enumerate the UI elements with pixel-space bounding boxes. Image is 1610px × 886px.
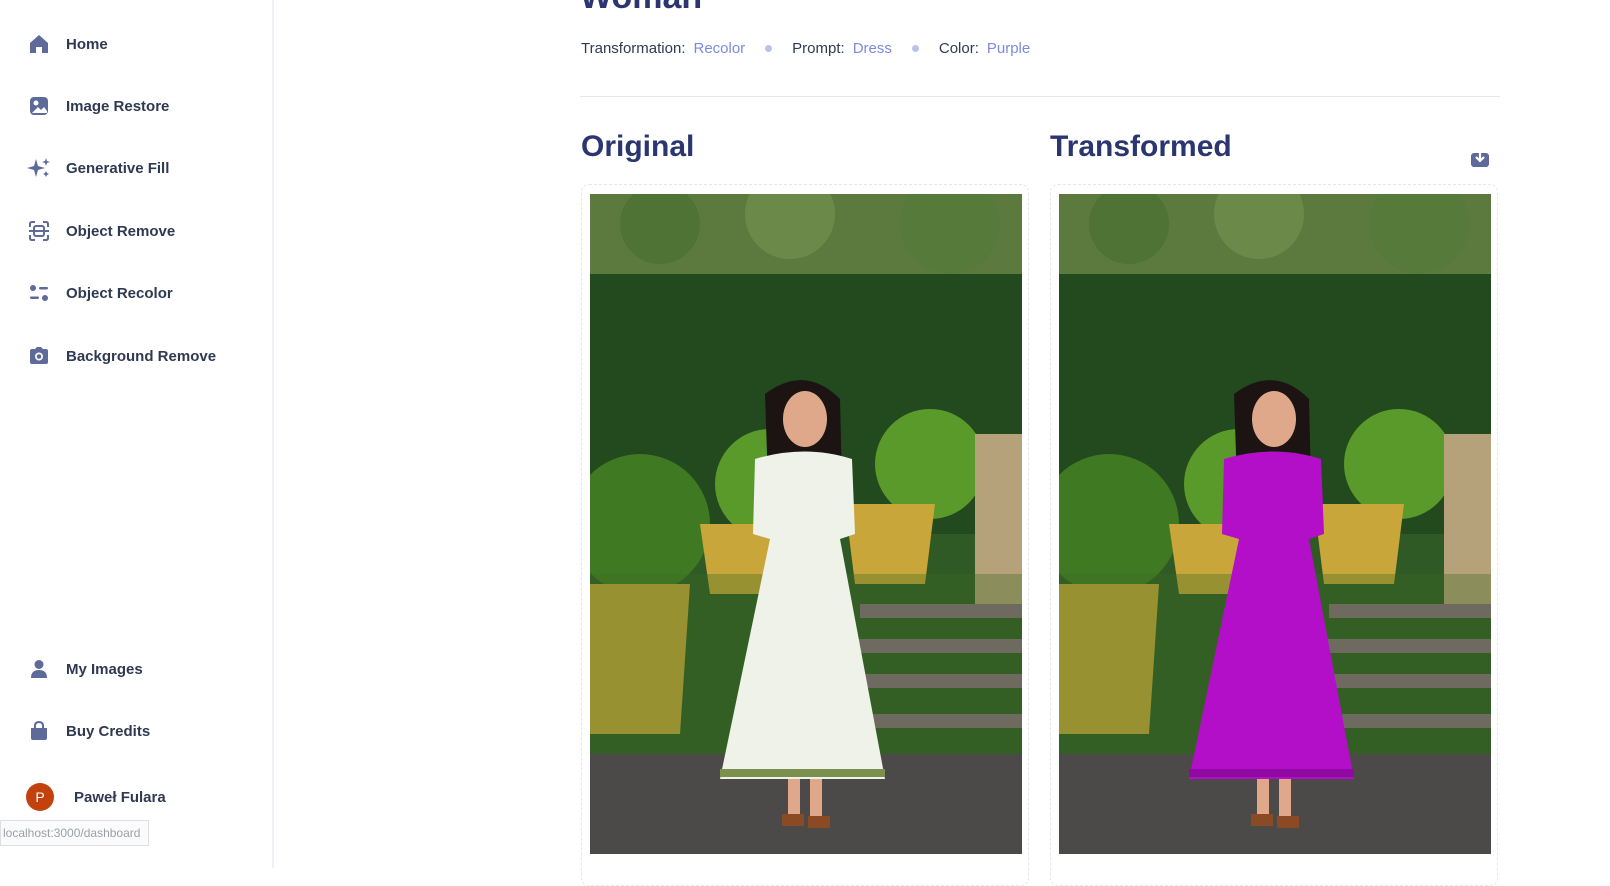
bag-icon: [26, 718, 52, 744]
user-name: Paweł Fulara: [74, 788, 166, 806]
original-image: [581, 184, 1029, 886]
camera-icon: [26, 343, 52, 369]
sidebar-item-label: My Images: [66, 660, 143, 678]
image-icon: [26, 93, 52, 119]
color-value: Purple: [986, 39, 1031, 57]
profile-icon: [26, 656, 52, 682]
transformation-label: Transformation:: [581, 39, 686, 57]
sidebar-item-my-images[interactable]: My Images: [26, 652, 256, 686]
page-title: Woman: [580, 0, 702, 17]
avatar[interactable]: P: [26, 783, 54, 811]
original-photo: [590, 194, 1022, 854]
original-heading: Original: [581, 130, 695, 163]
sidebar-item-label: Home: [66, 35, 108, 53]
transformed-photo: [1059, 194, 1491, 854]
transformation-value: Recolor: [693, 39, 746, 57]
separator-dot: [911, 44, 919, 52]
prompt-label: Prompt:: [792, 39, 845, 57]
sidebar: Home Image Restore Generative Fill Objec…: [0, 0, 274, 868]
sidebar-item-label: Object Recolor: [66, 284, 173, 302]
divider: [580, 96, 1500, 97]
sidebar-item-label: Object Remove: [66, 222, 176, 240]
sidebar-item-buy-credits[interactable]: Buy Credits: [26, 714, 256, 748]
user-profile[interactable]: P Paweł Fulara: [26, 782, 166, 812]
sidebar-item-image-restore[interactable]: Image Restore: [26, 89, 256, 123]
prompt-value: Dress: [852, 39, 892, 57]
sidebar-item-home[interactable]: Home: [26, 27, 256, 61]
download-button[interactable]: [1468, 146, 1492, 170]
sidebar-item-label: Generative Fill: [66, 159, 170, 177]
separator-dot: [765, 44, 773, 52]
color-label: Color:: [938, 39, 979, 57]
status-bar-url: localhost:3000/dashboard: [0, 820, 150, 846]
filter-icon: [26, 280, 52, 306]
sidebar-item-object-remove[interactable]: Object Remove: [26, 214, 256, 248]
transformed-image: [1050, 184, 1498, 886]
sidebar-item-label: Image Restore: [66, 97, 170, 115]
transformed-heading: Transformed: [1050, 130, 1232, 163]
sidebar-item-label: Buy Credits: [66, 722, 151, 740]
sparkles-icon: [26, 155, 52, 181]
transformation-details: Transformation: Recolor Prompt: Dress Co…: [581, 36, 1030, 60]
sidebar-item-object-recolor[interactable]: Object Recolor: [26, 276, 256, 310]
scan-icon: [26, 218, 52, 244]
sidebar-item-label: Background Remove: [66, 347, 217, 365]
sidebar-item-generative-fill[interactable]: Generative Fill: [26, 151, 256, 185]
download-icon: [1471, 150, 1489, 167]
sidebar-item-background-remove[interactable]: Background Remove: [26, 339, 256, 373]
home-icon: [26, 31, 52, 57]
